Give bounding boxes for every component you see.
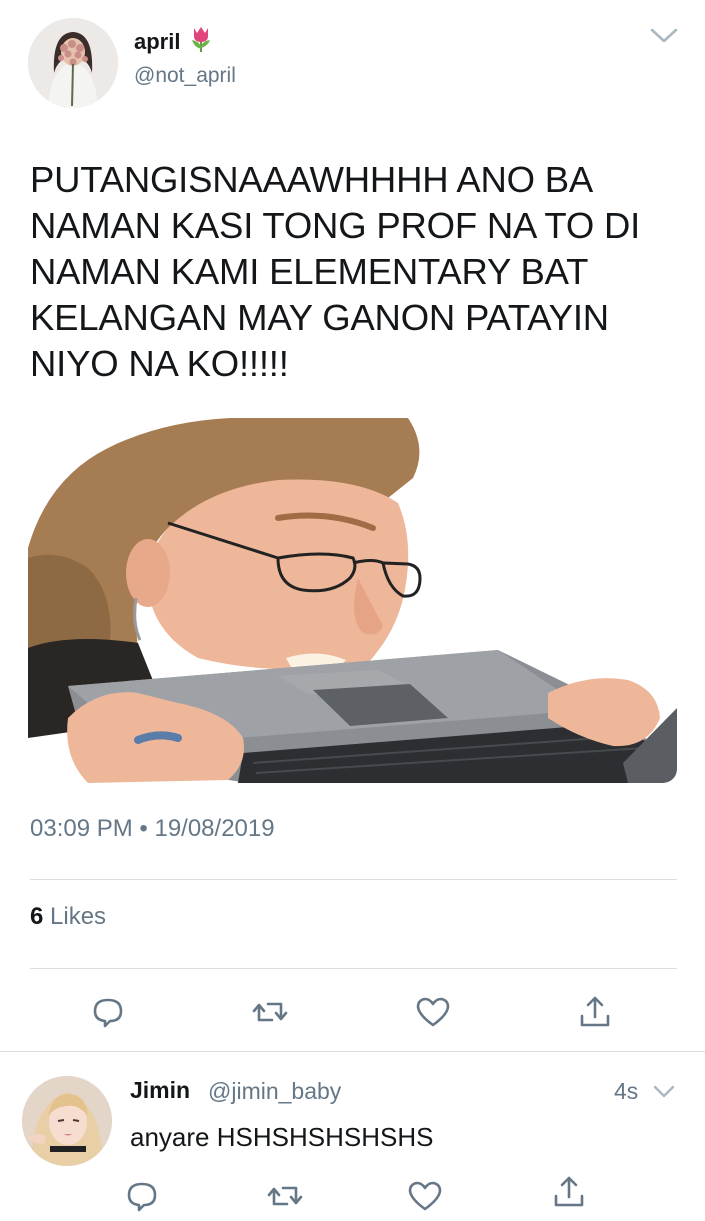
share-icon[interactable]	[549, 1172, 589, 1212]
author-handle[interactable]: @not_april	[134, 64, 236, 88]
reply-time: 4s	[614, 1078, 639, 1104]
likes-summary[interactable]: 6 Likes	[30, 903, 106, 931]
retweet-icon[interactable]	[265, 1176, 305, 1216]
divider	[30, 968, 677, 969]
display-name-text: april	[134, 29, 181, 54]
reply-icon[interactable]	[122, 1176, 162, 1216]
divider	[30, 879, 677, 880]
reply-display-name[interactable]: Jimin	[130, 1077, 190, 1104]
retweet-icon[interactable]	[250, 992, 290, 1032]
reply-author-avatar[interactable]	[22, 1076, 112, 1166]
tweet-text: PUTANGISNAAAWHHHH ANO BA NAMAN KASI TONG…	[30, 159, 641, 384]
like-icon[interactable]	[405, 1176, 445, 1216]
share-icon[interactable]	[575, 992, 615, 1032]
author-display-name[interactable]: april	[134, 25, 214, 59]
likes-count: 6	[30, 903, 44, 930]
tulip-emoji-icon	[188, 25, 214, 59]
tweet-photo[interactable]	[28, 418, 677, 783]
chevron-down-icon[interactable]	[652, 1084, 676, 1100]
chevron-down-icon[interactable]	[648, 26, 680, 46]
reply-text: anyare HSHSHSHSHSHS	[130, 1122, 434, 1152]
likes-label: Likes	[50, 903, 107, 930]
tweet-timestamp: 03:09 PM • 19/08/2019	[30, 815, 275, 842]
like-icon[interactable]	[413, 992, 453, 1032]
reply-handle[interactable]: @jimin_baby	[208, 1078, 341, 1105]
author-avatar[interactable]	[28, 18, 118, 108]
reply-icon[interactable]	[88, 992, 128, 1032]
divider	[0, 1051, 705, 1052]
